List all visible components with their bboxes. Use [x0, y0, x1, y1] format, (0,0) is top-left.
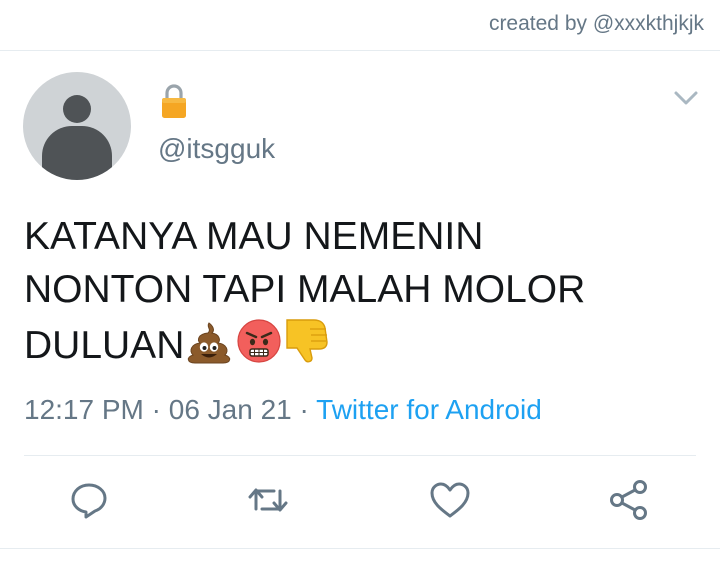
- tweet-time: 12:17 PM: [24, 394, 144, 425]
- bottom-divider: [0, 548, 720, 549]
- retweet-icon: [248, 488, 288, 512]
- tweet-date: 06 Jan 21: [168, 394, 292, 425]
- lock-icon: [162, 84, 186, 118]
- avatar[interactable]: [23, 72, 131, 180]
- chevron-down-icon[interactable]: [672, 88, 700, 108]
- top-divider: [0, 50, 720, 51]
- tweet-source-link[interactable]: Twitter for Android: [316, 394, 542, 425]
- like-button[interactable]: [428, 478, 472, 522]
- user-handle[interactable]: @itsgguk: [158, 133, 275, 165]
- avatar-head-shape: [63, 95, 91, 123]
- creator-credit: created by @xxxkthjkjk: [488, 12, 704, 35]
- reply-icon: [71, 483, 107, 519]
- thumbs-down-emoji-icon: [286, 319, 329, 363]
- tweet-text: KATANYA MAU NEMENIN NONTON TAPI MALAH MO…: [24, 210, 704, 372]
- share-icon: [610, 480, 647, 520]
- retweet-button[interactable]: [246, 478, 290, 522]
- meta-separator: ·: [143, 394, 169, 425]
- meta-separator: ·: [291, 394, 317, 425]
- tweet-line-text: DULUAN: [24, 324, 185, 367]
- avatar-body-shape: [42, 126, 112, 180]
- tweet-line: NONTON TAPI MALAH MOLOR: [24, 268, 586, 311]
- tweet-line-last: DULUAN: [24, 316, 704, 372]
- tweet-line: KATANYA MAU NEMENIN: [24, 215, 484, 258]
- share-button[interactable]: [607, 478, 651, 522]
- like-icon: [430, 482, 470, 518]
- tweet-meta: 12:17 PM · 06 Jan 21 · Twitter for Andro…: [24, 394, 542, 426]
- action-divider: [24, 455, 696, 456]
- angry-face-emoji-icon: [237, 319, 281, 363]
- reply-button[interactable]: [67, 478, 111, 522]
- poop-emoji-icon: [188, 322, 231, 364]
